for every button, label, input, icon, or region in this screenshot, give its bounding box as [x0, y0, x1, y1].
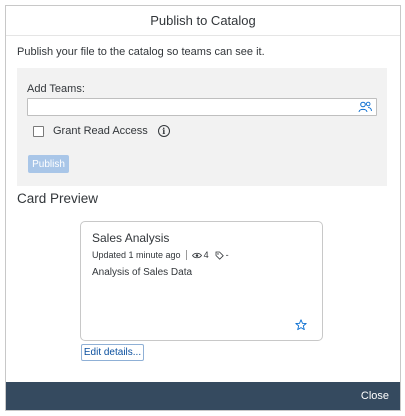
grant-read-access-row: Grant Read Access i — [33, 125, 170, 137]
catalog-card-preview: Sales Analysis Updated 1 minute ago 4 - … — [80, 221, 323, 341]
tag-icon — [215, 251, 224, 260]
publish-form-panel: Add Teams: Grant Read Access i Publish — [17, 68, 387, 186]
dialog-header: Publish to Catalog — [6, 6, 400, 36]
eye-icon — [191, 252, 202, 258]
meta-divider — [185, 250, 187, 260]
star-icon[interactable] — [295, 319, 307, 331]
users-icon[interactable] — [358, 101, 372, 113]
add-teams-field[interactable] — [27, 98, 377, 117]
card-description: Analysis of Sales Data — [92, 267, 193, 278]
views-count: 4 — [203, 250, 209, 260]
add-teams-input[interactable] — [28, 101, 348, 117]
tags-value: - — [225, 250, 229, 260]
grant-read-access-checkbox[interactable] — [33, 125, 44, 137]
card-updated-text: Updated 1 minute ago — [92, 250, 181, 260]
edit-details-button[interactable]: Edit details... — [81, 344, 144, 361]
info-icon[interactable]: i — [157, 125, 170, 137]
intro-text: Publish your file to the catalog so team… — [17, 46, 265, 58]
card-preview-title: Card Preview — [17, 191, 99, 206]
grant-read-access-label[interactable]: Grant Read Access — [53, 125, 148, 137]
close-button[interactable]: Close — [361, 390, 389, 402]
publish-button[interactable]: Publish — [28, 155, 69, 173]
add-teams-label: Add Teams: — [27, 83, 85, 95]
dialog-title: Publish to Catalog — [150, 13, 256, 28]
publish-dialog: Publish to Catalog Publish your file to … — [5, 5, 401, 411]
card-title: Sales Analysis — [92, 231, 170, 245]
card-meta: Updated 1 minute ago 4 - — [92, 250, 229, 260]
dialog-footer: Close — [6, 382, 400, 410]
